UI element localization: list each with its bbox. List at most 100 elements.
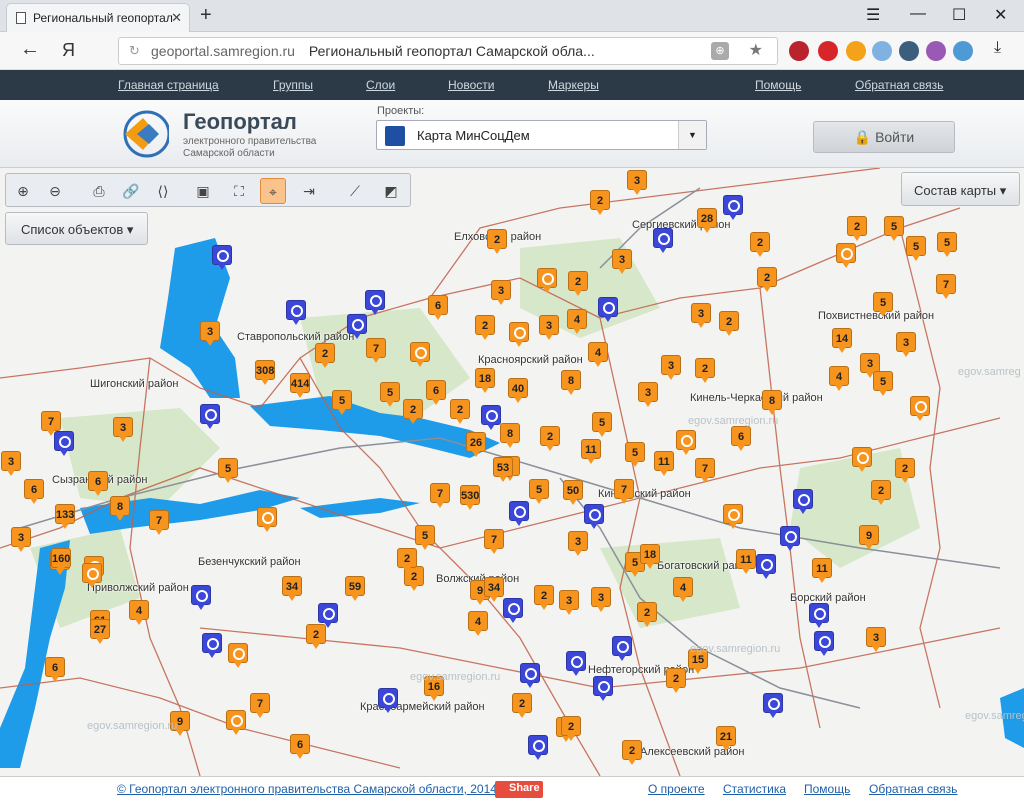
cluster-marker[interactable]: 9 bbox=[859, 525, 879, 551]
zoom-out-icon[interactable]: ⊖ bbox=[42, 178, 68, 204]
poi-marker[interactable] bbox=[509, 501, 529, 527]
minimize-button[interactable]: — bbox=[910, 5, 926, 23]
cluster-marker[interactable]: 3 bbox=[568, 531, 588, 557]
cluster-marker[interactable]: 59 bbox=[345, 576, 365, 602]
cluster-marker[interactable]: 7 bbox=[936, 274, 956, 300]
poi-marker[interactable] bbox=[378, 688, 398, 714]
cluster-marker[interactable]: 26 bbox=[466, 432, 486, 458]
cluster-marker[interactable]: 2 bbox=[475, 315, 495, 341]
maximize-button[interactable]: ☐ bbox=[952, 5, 966, 25]
close-tab-icon[interactable]: ✕ bbox=[171, 10, 182, 26]
cluster-marker[interactable]: 160 bbox=[51, 548, 71, 574]
cluster-marker[interactable]: 7 bbox=[614, 479, 634, 505]
cluster-marker[interactable]: 2 bbox=[666, 668, 686, 694]
chevron-down-icon[interactable]: ▼ bbox=[678, 121, 706, 149]
cluster-marker[interactable]: 50 bbox=[563, 480, 583, 506]
object-marker[interactable] bbox=[82, 563, 102, 589]
nav-link-home[interactable]: Главная страница bbox=[118, 78, 219, 92]
poi-marker[interactable] bbox=[212, 245, 232, 271]
cluster-marker[interactable]: 7 bbox=[430, 483, 450, 509]
cluster-marker[interactable]: 6 bbox=[428, 295, 448, 321]
cluster-marker[interactable]: 28 bbox=[697, 208, 717, 234]
cluster-marker[interactable]: 2 bbox=[757, 267, 777, 293]
embed-code-icon[interactable]: ⟨⟩ bbox=[150, 178, 176, 204]
object-marker[interactable] bbox=[910, 396, 930, 422]
poi-marker[interactable] bbox=[723, 195, 743, 221]
cluster-marker[interactable]: 5 bbox=[884, 216, 904, 242]
cluster-marker[interactable]: 3 bbox=[661, 355, 681, 381]
cluster-marker[interactable]: 3 bbox=[113, 417, 133, 443]
cluster-marker[interactable]: 7 bbox=[250, 693, 270, 719]
cluster-marker[interactable]: 3 bbox=[200, 321, 220, 347]
cluster-marker[interactable]: 8 bbox=[110, 496, 130, 522]
cluster-marker[interactable]: 2 bbox=[695, 358, 715, 384]
cluster-marker[interactable]: 4 bbox=[588, 342, 608, 368]
link-icon[interactable]: 🔗 bbox=[118, 178, 144, 204]
cluster-marker[interactable]: 2 bbox=[895, 458, 915, 484]
yandex-logo-icon[interactable]: Я bbox=[62, 40, 75, 61]
cluster-marker[interactable]: 53 bbox=[493, 457, 513, 483]
poi-marker[interactable] bbox=[503, 598, 523, 624]
footer-link-stats[interactable]: Статистика bbox=[723, 782, 786, 796]
cluster-marker[interactable]: 7 bbox=[149, 510, 169, 536]
cluster-marker[interactable]: 2 bbox=[540, 426, 560, 452]
cluster-marker[interactable]: 3 bbox=[638, 382, 658, 408]
extension-icon[interactable] bbox=[899, 41, 919, 61]
cluster-marker[interactable]: 2 bbox=[487, 229, 507, 255]
new-tab-button[interactable]: + bbox=[200, 4, 212, 27]
poi-marker[interactable] bbox=[780, 526, 800, 552]
poi-marker[interactable] bbox=[584, 504, 604, 530]
add-object-icon[interactable]: ▣ bbox=[190, 178, 216, 204]
object-marker[interactable] bbox=[509, 322, 529, 348]
cluster-marker[interactable]: 5 bbox=[906, 236, 926, 262]
poi-marker[interactable] bbox=[54, 431, 74, 457]
cluster-marker[interactable]: 3 bbox=[612, 249, 632, 275]
cluster-marker[interactable]: 6 bbox=[45, 657, 65, 683]
zoom-in-icon[interactable]: ⊕ bbox=[10, 178, 36, 204]
object-marker[interactable] bbox=[257, 507, 277, 533]
poi-marker[interactable] bbox=[756, 554, 776, 580]
object-marker[interactable] bbox=[226, 710, 246, 736]
footer-link-about[interactable]: О проекте bbox=[648, 782, 705, 796]
print-icon[interactable]: ⎙ bbox=[86, 178, 112, 204]
cluster-marker[interactable]: 11 bbox=[581, 439, 601, 465]
cluster-marker[interactable]: 414 bbox=[290, 373, 310, 399]
poi-marker[interactable] bbox=[528, 735, 548, 761]
poi-marker[interactable] bbox=[793, 489, 813, 515]
cluster-marker[interactable]: 8 bbox=[500, 423, 520, 449]
cluster-marker[interactable]: 4 bbox=[829, 366, 849, 392]
cluster-marker[interactable]: 21 bbox=[716, 726, 736, 752]
object-marker[interactable] bbox=[410, 342, 430, 368]
object-marker[interactable] bbox=[228, 643, 248, 669]
cluster-marker[interactable]: 2 bbox=[561, 716, 581, 742]
nav-link-groups[interactable]: Группы bbox=[273, 78, 313, 92]
cluster-marker[interactable]: 7 bbox=[366, 338, 386, 364]
map-view[interactable]: Ставропольский район Шигонский район Сызра… bbox=[0, 168, 1024, 776]
object-marker[interactable] bbox=[836, 243, 856, 269]
cluster-marker[interactable]: 5 bbox=[529, 479, 549, 505]
cluster-marker[interactable]: 7 bbox=[695, 458, 715, 484]
cluster-marker[interactable]: 5 bbox=[592, 412, 612, 438]
cluster-marker[interactable]: 2 bbox=[568, 271, 588, 297]
cluster-marker[interactable]: 3 bbox=[1, 451, 21, 477]
cloud-icon[interactable] bbox=[953, 41, 973, 61]
share-button[interactable]: Share bbox=[495, 781, 543, 798]
login-button[interactable]: 🔒 Войти bbox=[813, 121, 955, 153]
cluster-marker[interactable]: 4 bbox=[673, 577, 693, 603]
cluster-marker[interactable]: 308 bbox=[255, 360, 275, 386]
back-arrow-icon[interactable]: ← bbox=[20, 38, 40, 61]
poi-marker[interactable] bbox=[809, 603, 829, 629]
extension-icon[interactable] bbox=[846, 41, 866, 61]
cluster-marker[interactable]: 6 bbox=[426, 380, 446, 406]
cluster-marker[interactable]: 18 bbox=[475, 368, 495, 394]
fullscreen-icon[interactable]: ⛶ bbox=[226, 178, 252, 204]
cluster-marker[interactable]: 2 bbox=[637, 602, 657, 628]
cluster-marker[interactable]: 14 bbox=[832, 328, 852, 354]
measure-area-icon[interactable]: ◩ bbox=[378, 178, 404, 204]
cluster-marker[interactable]: 3 bbox=[539, 315, 559, 341]
url-field[interactable]: ↻ geoportal.samregion.ru Региональный ге… bbox=[118, 37, 778, 65]
cluster-marker[interactable]: 3 bbox=[11, 527, 31, 553]
cluster-marker[interactable]: 34 bbox=[484, 577, 504, 603]
nav-link-news[interactable]: Новости bbox=[448, 78, 494, 92]
cluster-marker[interactable]: 2 bbox=[534, 585, 554, 611]
